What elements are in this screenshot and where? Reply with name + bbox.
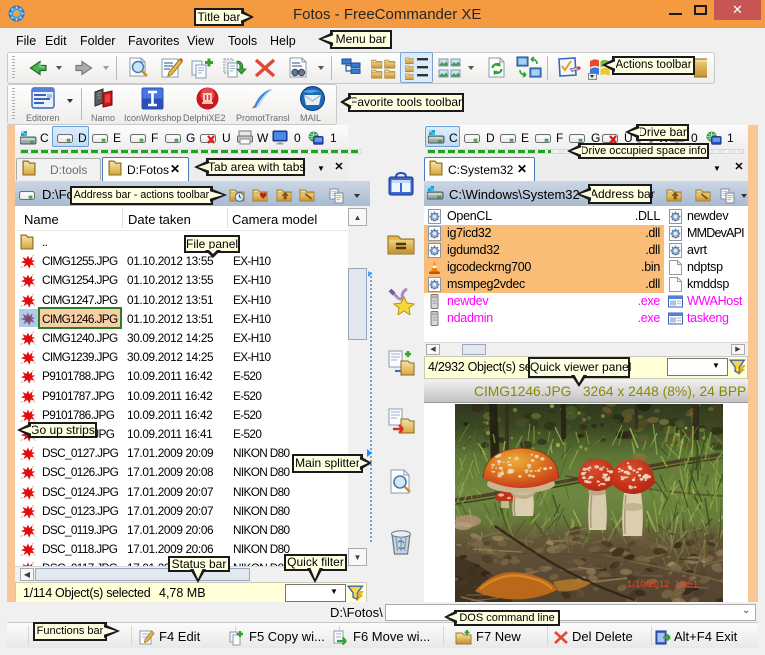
svg-text:1/10/2012 13:51: 1/10/2012 13:51 — [627, 579, 698, 590]
